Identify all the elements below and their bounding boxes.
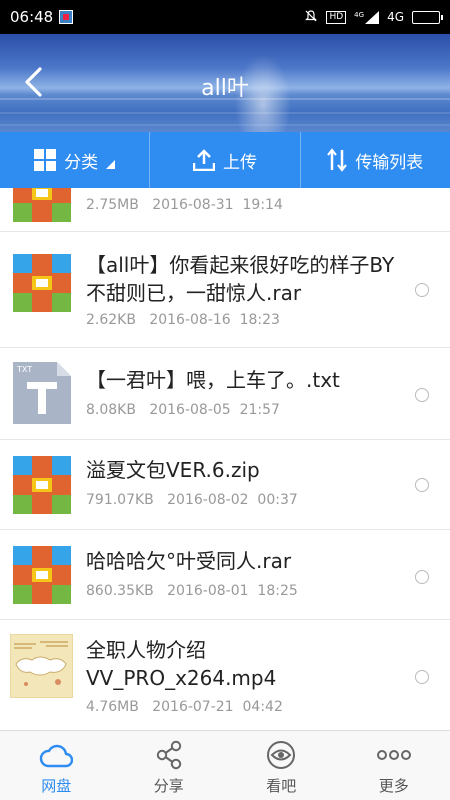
battery-icon xyxy=(412,10,443,24)
file-meta: 791.07KB 2016-08-02 00:37 xyxy=(86,492,298,508)
nav-item-netdisk[interactable]: 网盘 xyxy=(0,731,113,800)
grid-icon xyxy=(34,149,57,171)
file-time: 04:42 xyxy=(242,699,283,715)
file-row[interactable]: 【all叶】你看起来很好吃的样子BY不甜则已，一甜惊人.rar 2.62KB 2… xyxy=(0,232,450,348)
nav-label: 看吧 xyxy=(266,777,297,795)
select-radio[interactable] xyxy=(415,388,429,402)
file-row[interactable]: 2.75MB 2016-08-31 19:14 xyxy=(0,188,450,232)
eye-icon xyxy=(264,739,298,771)
transfer-list-button[interactable]: 传输列表 xyxy=(299,132,450,188)
bottom-nav: 网盘 分享 看吧 更多 xyxy=(0,730,450,800)
archive-icon xyxy=(13,456,71,514)
nav-label: 分享 xyxy=(153,777,184,795)
file-time: 18:25 xyxy=(257,583,298,599)
file-time: 21:57 xyxy=(239,402,280,418)
select-radio[interactable] xyxy=(415,670,429,684)
transfer-arrows-icon xyxy=(327,148,348,172)
notification-app-icon xyxy=(59,10,74,24)
file-size: 2.62KB xyxy=(86,312,136,328)
file-meta: 8.08KB 2016-08-05 21:57 xyxy=(86,402,280,418)
file-date: 2016-08-01 xyxy=(167,583,249,599)
mute-icon xyxy=(304,9,318,26)
network-small-label: 4G xyxy=(354,10,365,19)
file-date: 2016-08-02 xyxy=(167,492,249,508)
file-size: 860.35KB xyxy=(86,583,154,599)
file-name: 哈哈哈欠°叶受同人.rar xyxy=(86,549,292,573)
video-thumbnail xyxy=(10,634,73,698)
file-row[interactable]: 溢夏文包VER.6.zip 791.07KB 2016-08-02 00:37 xyxy=(0,440,450,530)
file-meta: 4.76MB 2016-07-21 04:42 xyxy=(86,699,283,715)
file-time: 00:37 xyxy=(257,492,298,508)
status-bar: 06:48 HD 4G 4G xyxy=(0,0,450,34)
file-size: 4.76MB xyxy=(86,699,139,715)
category-label: 分类 xyxy=(64,152,99,173)
file-date: 2016-07-21 xyxy=(152,699,234,715)
file-date: 2016-08-31 xyxy=(152,197,234,213)
file-meta: 2.75MB 2016-08-31 19:14 xyxy=(86,197,283,213)
txt-file-icon: TXT xyxy=(13,362,71,424)
archive-icon xyxy=(13,254,71,312)
file-row[interactable]: TXT 【一君叶】喂，上车了。.txt 8.08KB 2016-08-05 21… xyxy=(0,348,450,440)
action-bar: 分类 上传 传输列表 xyxy=(0,132,450,188)
category-button[interactable]: 分类 xyxy=(0,132,149,188)
file-size: 8.08KB xyxy=(86,402,136,418)
status-indicators: HD 4G 4G xyxy=(304,9,443,26)
file-date: 2016-08-16 xyxy=(149,312,231,328)
share-icon xyxy=(152,739,186,771)
page-title: all叶 xyxy=(201,76,249,101)
header-banner: all叶 xyxy=(0,34,450,132)
file-size: 2.75MB xyxy=(86,197,139,213)
select-radio[interactable] xyxy=(415,283,429,297)
nav-label: 网盘 xyxy=(41,777,72,795)
status-time: 06:48 xyxy=(10,8,54,26)
file-name: 全职人物介绍VV_PRO_x264.mp4 xyxy=(86,638,277,690)
select-radio[interactable] xyxy=(415,570,429,584)
file-size: 791.07KB xyxy=(86,492,154,508)
file-name: 溢夏文包VER.6.zip xyxy=(86,458,260,482)
file-time: 19:14 xyxy=(242,197,283,213)
archive-icon xyxy=(13,546,71,604)
file-row[interactable]: 哈哈哈欠°叶受同人.rar 860.35KB 2016-08-01 18:25 xyxy=(0,530,450,620)
dropdown-corner-icon xyxy=(106,159,116,169)
app-screen: 06:48 HD 4G 4G all叶 分类 上传 传输列表 2.75MB 20… xyxy=(0,0,450,800)
file-list: 2.75MB 2016-08-31 19:14 【all叶】你看起来很好吃的样子… xyxy=(0,188,450,730)
nav-label: 更多 xyxy=(378,777,409,795)
signal-icon: 4G xyxy=(354,10,380,24)
file-row[interactable]: 全职人物介绍VV_PRO_x264.mp4 4.76MB 2016-07-21 … xyxy=(0,620,450,730)
nav-item-more[interactable]: 更多 xyxy=(338,731,450,800)
file-name: 【all叶】你看起来很好吃的样子BY不甜则已，一甜惊人.rar xyxy=(86,253,395,305)
transfer-list-label: 传输列表 xyxy=(355,152,424,173)
upload-button[interactable]: 上传 xyxy=(149,132,299,188)
hd-badge: HD xyxy=(326,10,347,24)
more-icon xyxy=(376,739,411,771)
archive-icon xyxy=(13,188,71,222)
select-radio[interactable] xyxy=(415,478,429,492)
nav-item-share[interactable]: 分享 xyxy=(113,731,226,800)
upload-icon xyxy=(192,149,215,171)
file-meta: 2.62KB 2016-08-16 18:23 xyxy=(86,312,280,328)
file-date: 2016-08-05 xyxy=(149,402,231,418)
network-label: 4G xyxy=(387,10,404,24)
txt-label: TXT xyxy=(16,365,32,374)
upload-label: 上传 xyxy=(222,152,257,173)
sea-wave xyxy=(0,112,450,114)
nav-item-watch[interactable]: 看吧 xyxy=(225,731,338,800)
file-time: 18:23 xyxy=(239,312,280,328)
sea-wave xyxy=(0,124,450,126)
file-meta: 860.35KB 2016-08-01 18:25 xyxy=(86,583,298,599)
file-name: 【一君叶】喂，上车了。.txt xyxy=(86,368,340,392)
cloud-icon xyxy=(39,739,74,771)
